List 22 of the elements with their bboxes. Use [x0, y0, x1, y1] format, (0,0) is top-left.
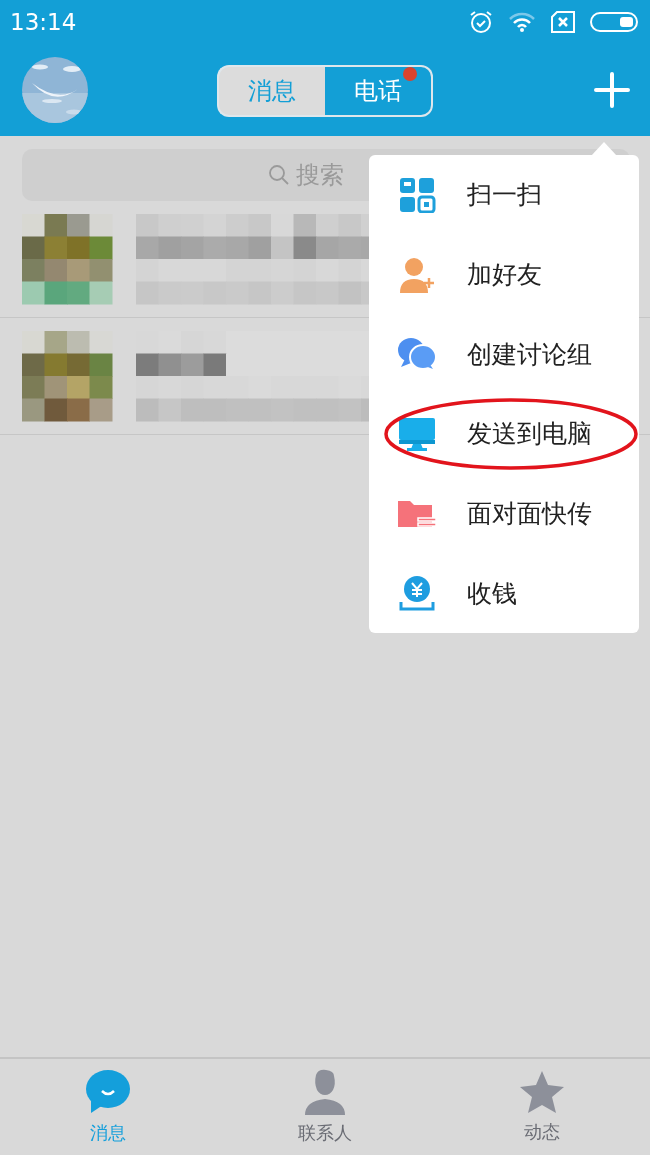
nav-tab[interactable]: 联系人	[216, 1059, 434, 1155]
chat-bubbles-icon	[397, 337, 437, 372]
menu-item[interactable]: 加好友	[369, 234, 639, 315]
clock-time: 13:14	[10, 9, 77, 35]
alarm-icon	[468, 9, 494, 35]
star-icon	[518, 1070, 565, 1114]
yen-coin-icon	[397, 574, 437, 613]
menu-item[interactable]: 收钱	[369, 553, 639, 634]
battery-icon	[590, 11, 640, 33]
add-person-icon	[397, 255, 437, 294]
menu-item[interactable]: 创建讨论组	[369, 314, 639, 395]
qr-code-icon	[397, 176, 437, 213]
plus-icon[interactable]	[594, 72, 630, 108]
chat-bubble-icon	[85, 1069, 132, 1115]
person-icon	[304, 1069, 346, 1115]
menu-item[interactable]: 面对面快传	[369, 473, 639, 554]
nav-tab[interactable]: 动态	[433, 1059, 650, 1155]
menu-item[interactable]: 发送到电脑	[369, 394, 639, 474]
sim-card-icon	[550, 10, 576, 34]
wifi-icon	[508, 11, 536, 33]
monitor-icon	[397, 416, 437, 451]
search-icon	[268, 164, 290, 186]
